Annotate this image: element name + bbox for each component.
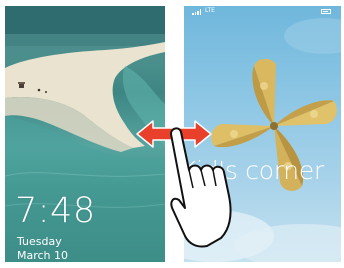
lock-clock: 7:48: [15, 191, 96, 231]
status-bar: LTE: [184, 6, 341, 18]
network-label: LTE: [205, 7, 215, 14]
lock-day: Tuesday: [17, 235, 62, 248]
lock-date: March 10: [17, 249, 69, 262]
hand-swipe-icon: [170, 127, 232, 248]
signal-strength-icon: [192, 9, 202, 15]
status-bar: [5, 6, 165, 18]
battery-icon: [321, 9, 331, 14]
